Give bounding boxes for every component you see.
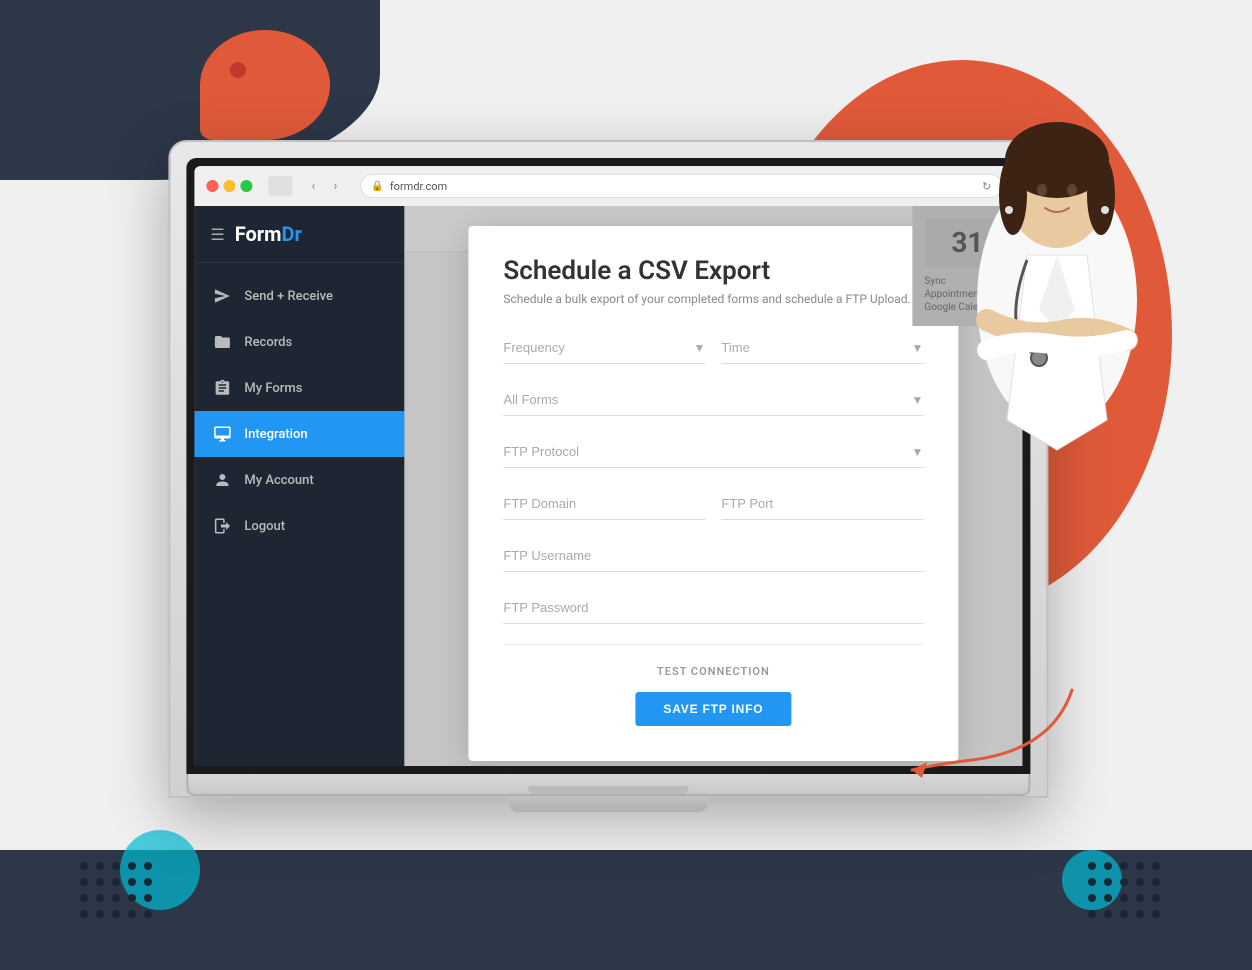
lock-icon: 🔒 bbox=[371, 181, 383, 192]
sidebar-item-records[interactable]: Records bbox=[194, 319, 404, 365]
sidebar-item-my-forms[interactable]: My Forms bbox=[194, 365, 404, 411]
ftp-protocol-group: ▼ bbox=[503, 436, 923, 468]
deco-tag-dot bbox=[230, 62, 246, 78]
deco-dots-left bbox=[80, 862, 154, 920]
sidebar-item-my-account[interactable]: My Account bbox=[194, 457, 404, 503]
logout-icon bbox=[212, 516, 232, 536]
ftp-domain-port-row bbox=[503, 488, 923, 520]
tab-icon bbox=[268, 176, 292, 196]
sidebar-item-integration[interactable]: Integration bbox=[194, 411, 404, 457]
frequency-time-row: ▼ ▼ bbox=[503, 332, 923, 364]
logo: FormDr bbox=[235, 222, 302, 246]
logo-dr: Dr bbox=[281, 222, 301, 246]
deco-dots-right bbox=[1088, 862, 1162, 920]
frequency-input[interactable] bbox=[503, 332, 705, 364]
my-forms-icon bbox=[212, 378, 232, 398]
sidebar-header: ☰ FormDr bbox=[194, 206, 404, 263]
sidebar-item-label: My Account bbox=[244, 473, 313, 488]
doctor-figure bbox=[927, 100, 1187, 500]
time-input[interactable] bbox=[721, 332, 923, 364]
all-forms-input[interactable] bbox=[503, 384, 923, 416]
sidebar-item-label: Integration bbox=[244, 427, 307, 442]
maximize-button[interactable] bbox=[240, 180, 252, 192]
address-bar[interactable]: 🔒 formdr.com ↻ bbox=[360, 174, 1002, 198]
send-receive-icon bbox=[212, 286, 232, 306]
ftp-password-input[interactable] bbox=[503, 592, 923, 624]
forward-button[interactable]: › bbox=[326, 177, 344, 195]
form-divider bbox=[503, 644, 923, 645]
ftp-password-group bbox=[503, 592, 923, 624]
csv-export-modal: Schedule a CSV Export Schedule a bulk ex… bbox=[468, 226, 958, 761]
browser-nav: ‹ › bbox=[304, 177, 344, 195]
sidebar-item-logout[interactable]: Logout bbox=[194, 503, 404, 549]
integration-icon bbox=[212, 424, 232, 444]
hamburger-icon[interactable]: ☰ bbox=[210, 225, 224, 244]
sidebar-item-send-receive[interactable]: Send + Receive bbox=[194, 273, 404, 319]
ftp-domain-input[interactable] bbox=[503, 488, 705, 520]
my-account-icon bbox=[212, 470, 232, 490]
test-connection-button[interactable]: TEST CONNECTION bbox=[503, 665, 923, 678]
modal-title: Schedule a CSV Export bbox=[503, 256, 923, 286]
ftp-port-group bbox=[721, 488, 923, 520]
ftp-protocol-input[interactable] bbox=[503, 436, 923, 468]
sidebar: ☰ FormDr Send + Receive bbox=[194, 206, 404, 766]
records-icon bbox=[212, 332, 232, 352]
frequency-group: ▼ bbox=[503, 332, 705, 364]
traffic-lights bbox=[206, 180, 252, 192]
back-button[interactable]: ‹ bbox=[304, 177, 322, 195]
deco-tag-shape bbox=[200, 30, 330, 140]
ftp-username-group bbox=[503, 540, 923, 572]
modal-subtitle: Schedule a bulk export of your completed… bbox=[503, 292, 923, 306]
sidebar-item-label: Logout bbox=[244, 519, 285, 534]
minimize-button[interactable] bbox=[223, 180, 235, 192]
arrow-decoration bbox=[892, 670, 1092, 790]
url-text: formdr.com bbox=[390, 180, 447, 193]
logo-form: Form bbox=[235, 222, 282, 246]
all-forms-group: ▼ bbox=[503, 384, 923, 416]
close-button[interactable] bbox=[206, 180, 218, 192]
sidebar-item-label: My Forms bbox=[244, 381, 302, 396]
time-group: ▼ bbox=[721, 332, 923, 364]
sidebar-item-label: Send + Receive bbox=[244, 289, 333, 304]
laptop-stand bbox=[508, 798, 708, 812]
ftp-username-input[interactable] bbox=[503, 540, 923, 572]
save-ftp-button[interactable]: SAVE FTP INFO bbox=[635, 692, 791, 726]
browser-chrome: ‹ › 🔒 formdr.com ↻ bbox=[194, 166, 1022, 206]
sidebar-navigation: Send + Receive Records bbox=[194, 263, 404, 559]
sidebar-item-label: Records bbox=[244, 335, 292, 350]
ftp-port-input[interactable] bbox=[721, 488, 923, 520]
ftp-domain-group bbox=[503, 488, 705, 520]
